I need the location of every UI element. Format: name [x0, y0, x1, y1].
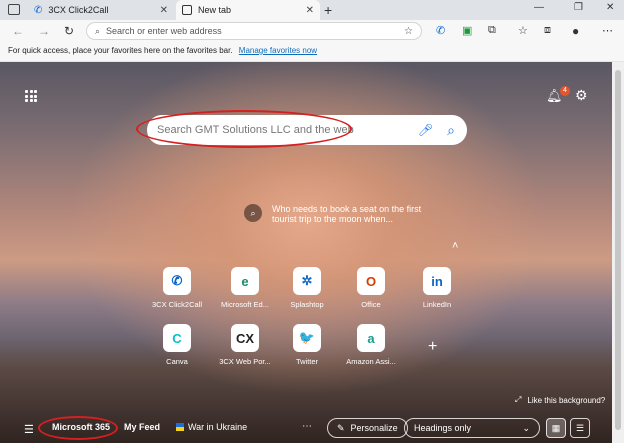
- expand-icon: ⤢: [515, 395, 522, 404]
- tab-actions-icon[interactable]: [8, 4, 20, 15]
- splashtop-icon: ✲: [293, 267, 321, 295]
- notification-count-badge: 4: [560, 86, 570, 96]
- search-icon[interactable]: ⌕: [447, 122, 455, 139]
- edge-icon: e: [231, 267, 259, 295]
- tab-label: New tab: [198, 5, 232, 15]
- ukraine-flag-icon: [176, 423, 184, 431]
- like-background-label: Like this background?: [527, 395, 606, 405]
- quick-link-tile[interactable]: a Amazon Assi...: [341, 324, 401, 366]
- headings-select-value: Headings only: [414, 423, 472, 433]
- quick-link-label: 3CX Click2Call: [151, 300, 202, 309]
- settings-gear-icon[interactable]: ⚙: [575, 87, 588, 104]
- red-annotation-circle: [38, 416, 118, 440]
- war-in-ukraine-label: War in Ukraine: [188, 422, 248, 432]
- close-icon[interactable]: ✕: [160, 5, 168, 16]
- new-tab-page-icon: [182, 5, 192, 15]
- quick-link-tile[interactable]: in LinkedIn: [407, 267, 467, 309]
- quick-link-label: Office: [361, 300, 381, 309]
- close-window-icon[interactable]: ✕: [606, 2, 614, 13]
- quick-link-tile[interactable]: ✲ Splashtop: [277, 267, 337, 309]
- quick-link-label: Canva: [166, 357, 188, 366]
- favorites-icon[interactable]: ☆: [518, 24, 528, 37]
- toolbar: ← → ↻ ⌕ Search or enter web address ☆ ✆ …: [0, 20, 624, 42]
- address-placeholder: Search or enter web address: [106, 26, 222, 36]
- favorites-bar-hint: For quick access, place your favorites h…: [8, 46, 233, 55]
- quick-link-tile[interactable]: O Office: [341, 267, 401, 309]
- phone-icon: ✆: [34, 4, 43, 16]
- more-icon[interactable]: ⋯: [602, 24, 613, 37]
- new-tab-button[interactable]: +: [324, 2, 332, 18]
- tab-label: 3CX Click2Call: [48, 5, 109, 15]
- list-view-icon[interactable]: ☰: [570, 418, 590, 438]
- quick-link-tile[interactable]: ✆ 3CX Click2Call: [147, 267, 207, 309]
- new-tab-page: 🔔︎ 4 ⚙ Search GMT Solutions LLC and the …: [0, 62, 612, 443]
- my-feed-tab[interactable]: My Feed: [124, 422, 160, 432]
- collections-icon[interactable]: ⧈: [544, 24, 551, 37]
- tab-3cx-click2call[interactable]: ✆ 3CX Click2Call ✕: [28, 0, 174, 20]
- close-icon[interactable]: ✕: [306, 5, 314, 16]
- quick-link-tile[interactable]: CX 3CX Web Por...: [215, 324, 275, 366]
- background-question-text: Who needs to book a seat on the first to…: [272, 204, 422, 224]
- scrollbar[interactable]: [612, 62, 624, 443]
- pencil-icon: ✎: [337, 422, 345, 433]
- chevron-up-icon[interactable]: ˄: [452, 240, 458, 252]
- scrollbar-thumb[interactable]: [615, 70, 621, 430]
- canva-icon: C: [163, 324, 191, 352]
- search-icon: ⌕: [244, 204, 262, 222]
- red-annotation-circle: [136, 110, 352, 148]
- amazon-assistant-icon: a: [357, 324, 385, 352]
- favorite-star-icon[interactable]: ☆: [404, 26, 413, 37]
- extensions-icon[interactable]: ⧉: [488, 24, 496, 37]
- personalize-label: Personalize: [350, 423, 398, 433]
- quick-link-tile[interactable]: e Microsoft Ed...: [215, 267, 275, 309]
- linkedin-icon: in: [423, 267, 451, 295]
- add-shortcut-button[interactable]: +: [428, 338, 437, 356]
- feed-bar: ☰ Microsoft 365 My Feed War in Ukraine ⋯…: [0, 413, 612, 443]
- tab-strip: ✆ 3CX Click2Call ✕ New tab ✕ + — ❐ ✕: [0, 0, 624, 20]
- quick-link-label: 3CX Web Por...: [219, 357, 271, 366]
- favorites-bar: For quick access, place your favorites h…: [0, 42, 624, 62]
- quick-link-label: Microsoft Ed...: [221, 300, 269, 309]
- forward-icon[interactable]: →: [38, 24, 50, 38]
- manage-favorites-link[interactable]: Manage favorites now: [239, 46, 317, 55]
- quick-link-label: Twitter: [295, 357, 319, 366]
- profile-avatar[interactable]: ●: [572, 24, 579, 38]
- chevron-down-icon: ⌄: [522, 422, 530, 433]
- quick-link-label: Splashtop: [290, 300, 324, 309]
- microphone-icon[interactable]: 🎤︎: [418, 123, 433, 137]
- hamburger-menu-icon[interactable]: ☰: [24, 423, 34, 436]
- tab-new-tab[interactable]: New tab ✕: [176, 0, 320, 20]
- back-icon[interactable]: ←: [12, 24, 24, 38]
- quick-link-tile[interactable]: 🐦 Twitter: [277, 324, 337, 366]
- twitter-icon: 🐦: [293, 324, 321, 352]
- quick-link-label: LinkedIn: [422, 300, 452, 309]
- grid-view-icon[interactable]: ▦: [546, 418, 566, 438]
- quick-link-tile[interactable]: C Canva: [147, 324, 207, 366]
- refresh-icon[interactable]: ↻: [64, 24, 74, 38]
- minimize-icon[interactable]: —: [534, 2, 544, 13]
- headings-select[interactable]: Headings only ⌄: [404, 418, 540, 438]
- more-icon[interactable]: ⋯: [302, 421, 312, 432]
- phone-extension-icon[interactable]: ✆: [436, 24, 445, 37]
- war-in-ukraine-tab[interactable]: War in Ukraine: [176, 422, 247, 432]
- phone-icon: ✆: [163, 267, 191, 295]
- background-info[interactable]: ⌕ Who needs to book a seat on the first …: [244, 204, 444, 224]
- extension-icon[interactable]: ▣: [462, 24, 472, 37]
- personalize-button[interactable]: ✎ Personalize: [327, 418, 408, 438]
- office-icon: O: [357, 267, 385, 295]
- quick-link-label: Amazon Assi...: [346, 357, 396, 366]
- search-icon: ⌕: [95, 25, 101, 36]
- address-bar[interactable]: ⌕ Search or enter web address ☆: [86, 22, 422, 40]
- app-launcher-icon[interactable]: [25, 90, 37, 102]
- restore-icon[interactable]: ❐: [574, 2, 583, 13]
- like-background-button[interactable]: ⤢ Like this background?: [515, 395, 605, 405]
- 3cx-icon: CX: [231, 324, 259, 352]
